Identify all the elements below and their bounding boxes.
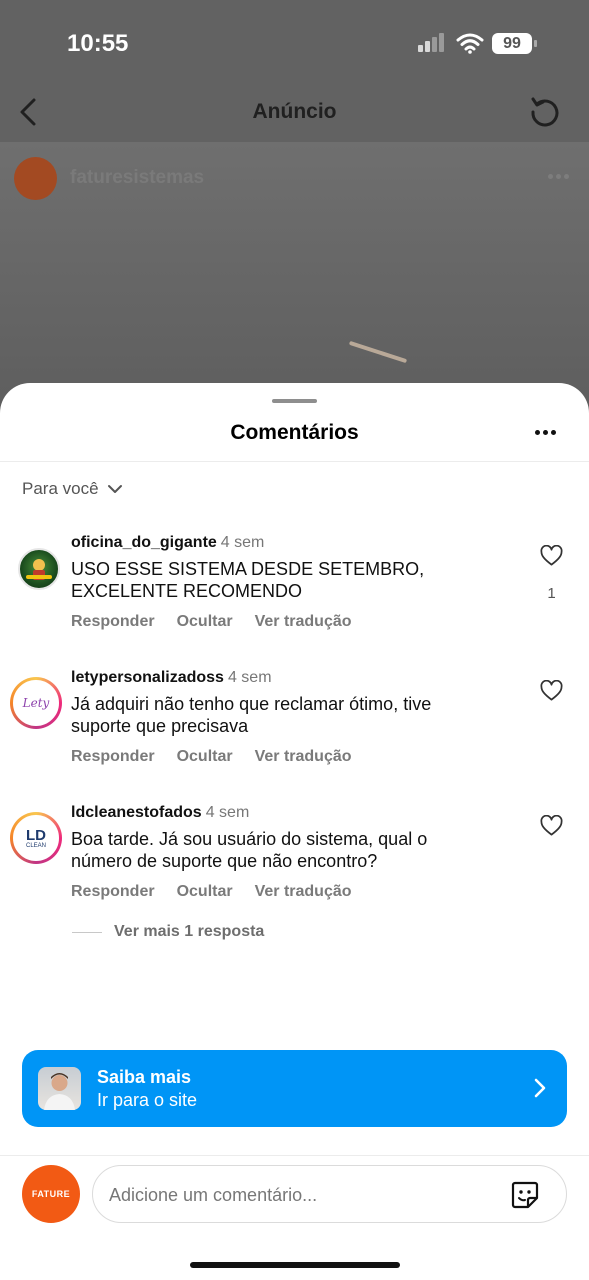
comment-actions: Responder Ocultar Ver tradução <box>71 748 352 766</box>
sheet-more-icon[interactable] <box>533 428 559 438</box>
cellular-signal-icon <box>418 32 448 54</box>
avatar-logo-text: LD <box>26 826 46 844</box>
translate-button[interactable]: Ver tradução <box>255 613 352 631</box>
divider <box>0 461 589 462</box>
view-more-replies-label: Ver mais 1 resposta <box>114 923 265 940</box>
learn-more-button[interactable]: Saiba mais Ir para o site <box>22 1050 567 1127</box>
avatar[interactable] <box>18 548 60 590</box>
chevron-right-icon <box>534 1078 546 1098</box>
sheet-grabber[interactable] <box>272 399 317 403</box>
sticker-icon[interactable] <box>509 1179 541 1211</box>
status-icons: 99 <box>418 32 538 56</box>
translate-button[interactable]: Ver tradução <box>255 883 352 901</box>
page-title: Anúncio <box>252 100 337 123</box>
comment-time: 4 sem <box>205 804 250 821</box>
comment-time: 4 sem <box>227 669 272 686</box>
post-username[interactable]: faturesistemas <box>70 167 204 189</box>
chevron-down-icon <box>107 485 122 493</box>
reply-button[interactable]: Responder <box>71 748 155 766</box>
avatar-logo <box>26 559 52 580</box>
comment-composer <box>92 1165 567 1223</box>
sort-dropdown[interactable]: Para você <box>22 479 123 499</box>
home-indicator[interactable] <box>190 1262 400 1268</box>
avatar-logo-text: Lety <box>22 696 50 710</box>
hide-button[interactable]: Ocultar <box>177 748 233 766</box>
refresh-icon[interactable] <box>528 95 562 129</box>
hide-button[interactable]: Ocultar <box>177 613 233 631</box>
comment-username[interactable]: letypersonalizadoss <box>71 669 224 686</box>
cta-title: Saiba mais <box>97 1067 192 1087</box>
like-count: 1 <box>547 585 556 602</box>
comment-actions: Responder Ocultar Ver tradução <box>71 613 352 631</box>
hide-button[interactable]: Ocultar <box>177 883 233 901</box>
comment-username[interactable]: oficina_do_gigante <box>71 534 217 551</box>
comment-username[interactable]: ldcleanestofados <box>71 804 202 821</box>
comment-item: LD CLEAN ldcleanestofados 4 sem Boa tarde… <box>0 804 589 929</box>
cta-subtitle: Ir para o site <box>97 1090 198 1110</box>
comment-actions: Responder Ocultar Ver tradução <box>71 883 352 901</box>
divider <box>0 1155 589 1156</box>
heart-icon[interactable] <box>540 815 563 837</box>
comments-sheet: Comentários Para você oficina_do_gigante… <box>0 383 589 1280</box>
comment-input[interactable] <box>109 1180 499 1210</box>
heart-icon[interactable] <box>540 545 563 567</box>
avatar-inner: LD CLEAN <box>13 815 59 861</box>
comment-header: ldcleanestofados 4 sem <box>71 804 249 822</box>
avatar[interactable]: Lety <box>10 677 62 729</box>
reply-button[interactable]: Responder <box>71 883 155 901</box>
post-more-icon[interactable] <box>546 174 572 182</box>
comment-item: Lety letypersonalizadoss 4 sem Já adquiri… <box>0 669 589 794</box>
comment-text: Boa tarde. Já sou usuário do sistema, qu… <box>71 829 428 871</box>
view-more-replies-button[interactable]: Ver mais 1 resposta <box>72 923 264 941</box>
translate-button[interactable]: Ver tradução <box>255 748 352 766</box>
post-avatar[interactable] <box>14 157 57 200</box>
person-thumbnail-icon <box>44 1073 75 1110</box>
avatar-logo-text: FATURE <box>31 1189 71 1199</box>
battery-nub <box>534 40 537 47</box>
avatar[interactable]: LD CLEAN <box>10 812 62 864</box>
comment-time: 4 sem <box>220 534 265 551</box>
avatar-logo-subtext: CLEAN <box>25 842 46 849</box>
comment-text: USO ESSE SISTEMA DESDE SETEMBRO, EXCELEN… <box>71 559 425 601</box>
avatar-inner: Lety <box>13 680 59 726</box>
comment-text: Já adquiri não tenho que reclamar ótimo,… <box>71 694 432 736</box>
cta-thumbnail <box>38 1067 81 1110</box>
comment-header: oficina_do_gigante 4 sem <box>71 534 264 552</box>
reply-button[interactable]: Responder <box>71 613 155 631</box>
wifi-icon <box>456 33 484 54</box>
comment-item: oficina_do_gigante 4 sem USO ESSE SISTEMA… <box>0 534 589 659</box>
sheet-title: Comentários <box>230 421 359 444</box>
battery-icon: 99 <box>492 33 532 54</box>
sort-label: Para você <box>22 479 99 498</box>
status-time: 10:55 <box>67 30 129 57</box>
reply-thread-line <box>72 931 102 933</box>
heart-icon[interactable] <box>540 680 563 702</box>
my-avatar: FATURE <box>22 1165 80 1223</box>
comment-header: letypersonalizadoss 4 sem <box>71 669 272 687</box>
